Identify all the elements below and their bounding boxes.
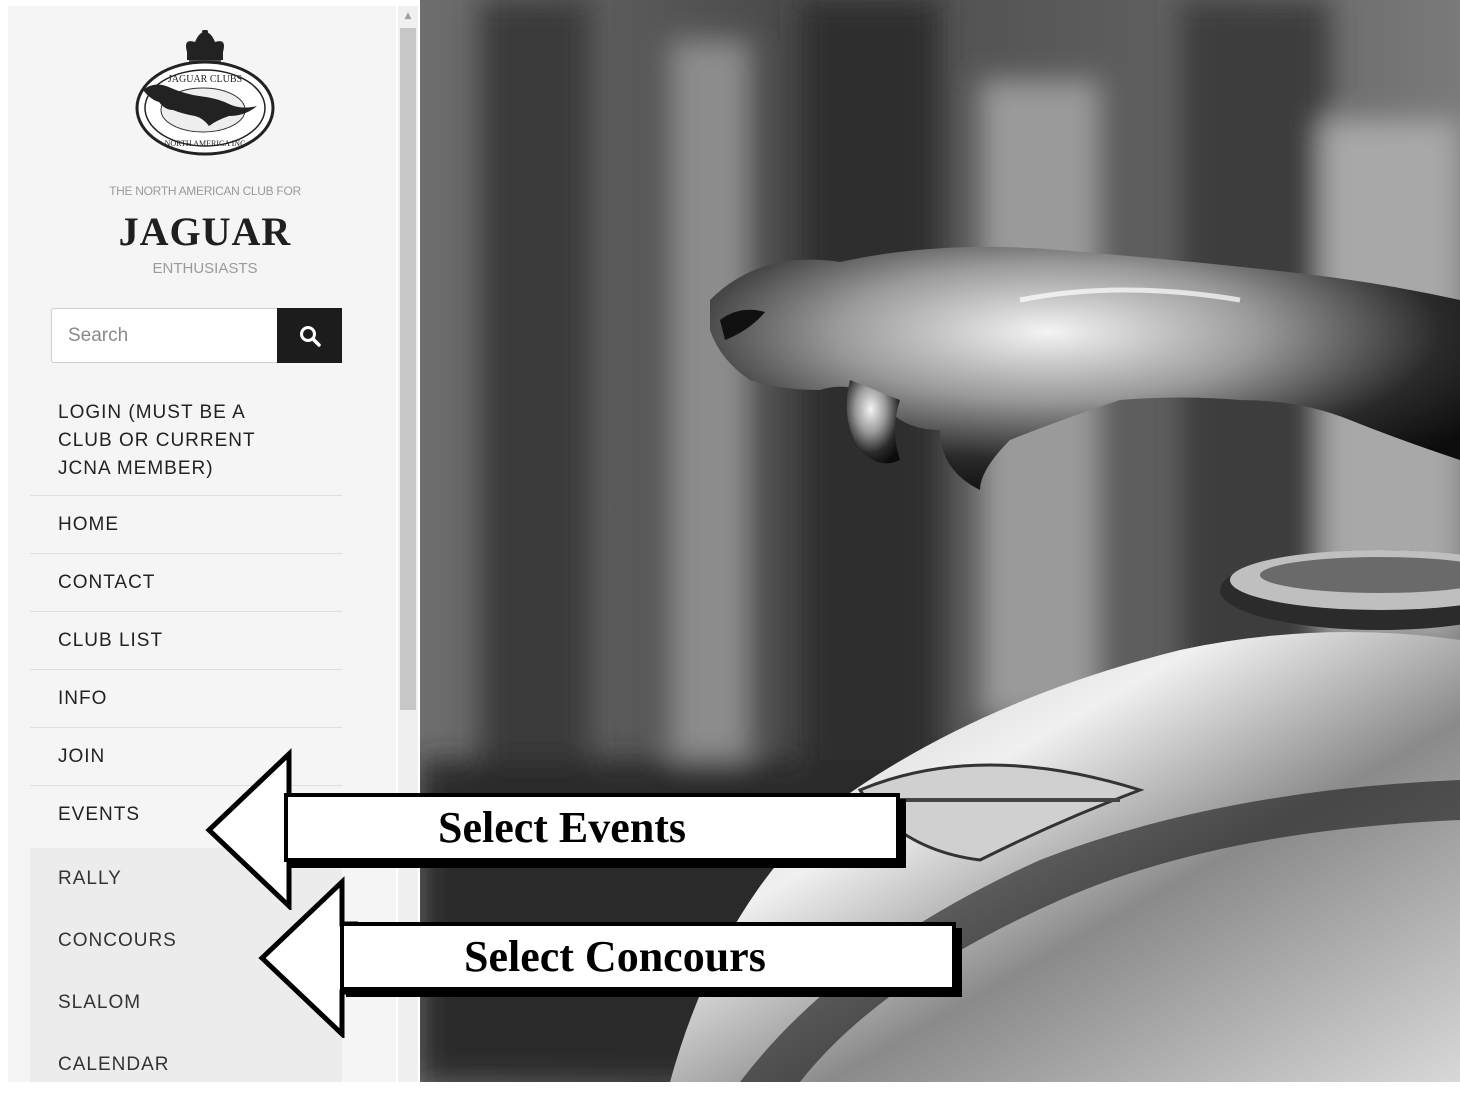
- search-button[interactable]: [277, 308, 342, 363]
- search-input[interactable]: [51, 308, 280, 363]
- subnav-item-calendar[interactable]: CALENDAR: [30, 1034, 342, 1096]
- nav-login[interactable]: LOGIN (MUST BE A CLUB OR CURRENT JCNA ME…: [30, 394, 342, 496]
- tagline-top: THE NORTH AMERICAN CLUB FOR: [109, 184, 301, 198]
- callout-select-concours-text: Select Concours: [464, 932, 766, 981]
- crown-icon: [186, 30, 224, 64]
- search-form: [51, 308, 342, 363]
- svg-text:NORTH AMERICA INC: NORTH AMERICA INC: [165, 139, 246, 148]
- nav-item-contact[interactable]: CONTACT: [30, 554, 342, 612]
- nav-item-info[interactable]: INFO: [30, 670, 342, 728]
- callout-select-concours: Select Concours: [340, 922, 956, 991]
- callout-select-events: Select Events: [284, 793, 900, 862]
- callout-select-events-text: Select Events: [438, 803, 687, 852]
- jcna-logo[interactable]: JAGUAR CLUBS NORTH AMERICA INC: [125, 30, 285, 160]
- tagline-bottom: ENTHUSIASTS: [152, 260, 258, 277]
- hero-image: [420, 0, 1460, 1082]
- sidebar-scrollbar[interactable]: ▲: [398, 6, 418, 1082]
- scrollbar-thumb[interactable]: [400, 28, 416, 710]
- nav-item-home[interactable]: HOME: [30, 496, 342, 554]
- scroll-up-arrow-icon[interactable]: ▲: [398, 6, 418, 26]
- search-icon: [299, 325, 321, 347]
- brand-name[interactable]: JAGUAR: [0, 208, 410, 255]
- nav-item-club-list[interactable]: CLUB LIST: [30, 612, 342, 670]
- svg-text:JAGUAR CLUBS: JAGUAR CLUBS: [168, 74, 242, 85]
